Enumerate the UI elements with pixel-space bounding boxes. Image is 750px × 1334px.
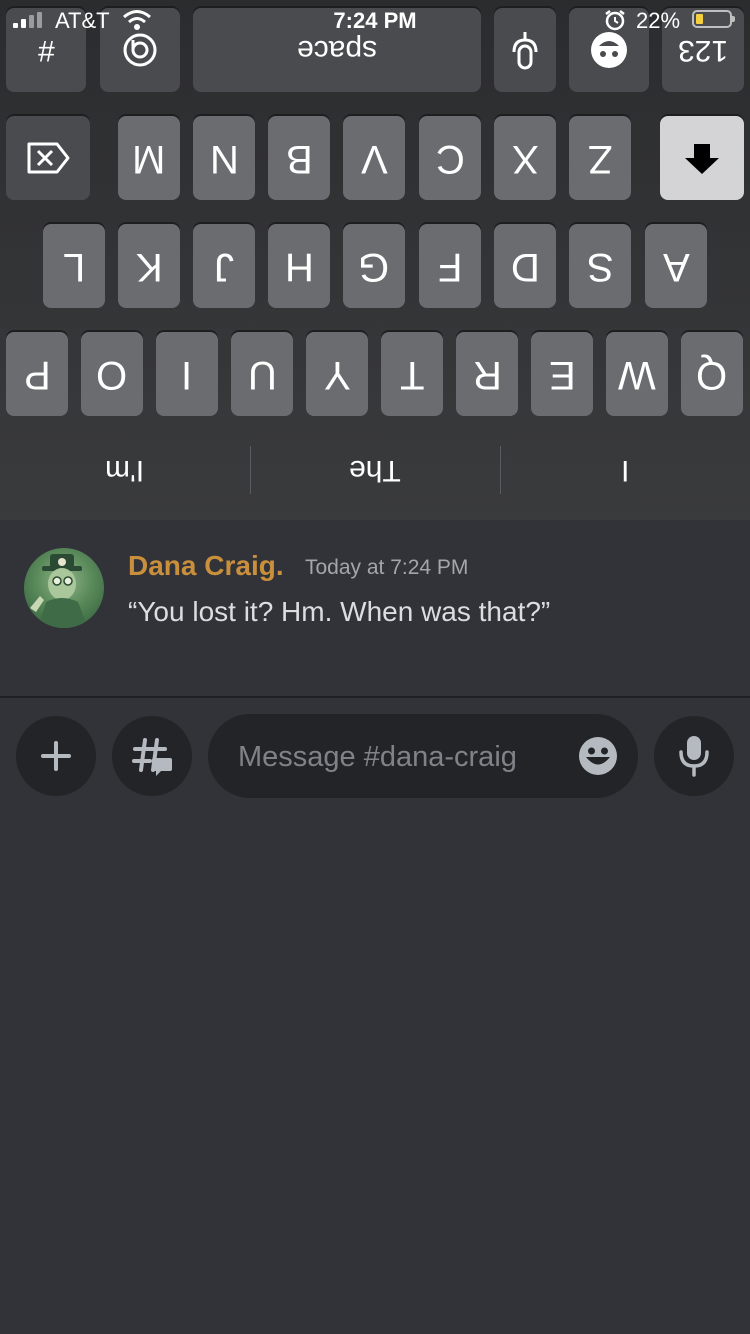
key-b[interactable]: B xyxy=(268,116,330,200)
key-j[interactable]: J xyxy=(193,224,255,308)
return-arrow-icon xyxy=(685,144,719,174)
suggestion-i[interactable]: I xyxy=(500,442,750,498)
key-w[interactable]: W xyxy=(606,332,668,416)
key-m[interactable]: M xyxy=(118,116,180,200)
plus-icon xyxy=(41,741,71,771)
key-x[interactable]: X xyxy=(494,116,556,200)
key-s[interactable]: S xyxy=(569,224,631,308)
threads-icon xyxy=(132,738,172,776)
message-content: “You lost it? Hm. When was that?” xyxy=(128,596,551,627)
key-a[interactable]: A xyxy=(645,224,707,308)
key-o[interactable]: O xyxy=(81,332,143,416)
key-n[interactable]: N xyxy=(193,116,255,200)
key-d[interactable]: D xyxy=(494,224,556,308)
backspace-icon xyxy=(27,142,70,174)
key-g[interactable]: G xyxy=(343,224,405,308)
key-v[interactable]: V xyxy=(343,116,405,200)
message-timestamp: Today at 7:24 PM xyxy=(305,556,469,579)
key-h[interactable]: H xyxy=(268,224,330,308)
key-u[interactable]: U xyxy=(231,332,293,416)
add-button[interactable] xyxy=(16,716,96,796)
keyboard: # space 123 M N B V C X Z L K J H G F D … xyxy=(0,0,750,520)
avatar[interactable] xyxy=(24,548,104,628)
battery-percent: 22% xyxy=(636,8,681,33)
threads-button[interactable] xyxy=(112,716,192,796)
message-input-container xyxy=(208,714,638,800)
key-backspace[interactable] xyxy=(6,116,90,200)
key-f[interactable]: F xyxy=(419,224,481,308)
message-item: Dana Craig. Today at 7:24 PM “You lost i… xyxy=(0,520,750,696)
key-z[interactable]: Z xyxy=(569,116,631,200)
key-t[interactable]: T xyxy=(381,332,443,416)
message-input[interactable] xyxy=(236,714,570,800)
key-i[interactable]: I xyxy=(156,332,218,416)
suggestion-im[interactable]: I'm xyxy=(0,442,250,498)
key-q[interactable]: Q xyxy=(681,332,743,416)
microphone-icon xyxy=(679,736,709,777)
suggestion-the[interactable]: The xyxy=(250,442,500,498)
voice-message-button[interactable] xyxy=(654,716,734,796)
key-y[interactable]: Y xyxy=(306,332,368,416)
key-k[interactable]: K xyxy=(118,224,180,308)
alarm-icon xyxy=(605,10,625,31)
battery-icon xyxy=(692,10,735,28)
key-e[interactable]: E xyxy=(531,332,593,416)
emoji-icon[interactable] xyxy=(578,736,618,776)
key-l[interactable]: L xyxy=(43,224,105,308)
key-p[interactable]: P xyxy=(6,332,68,416)
key-return[interactable] xyxy=(660,116,744,200)
battery-level xyxy=(696,14,703,24)
message-author[interactable]: Dana Craig. xyxy=(128,550,284,582)
avatar-image xyxy=(30,554,88,628)
status-bar: AT&T 7:24 PM 22% xyxy=(0,0,750,40)
key-r[interactable]: R xyxy=(456,332,518,416)
composer-divider xyxy=(0,696,750,698)
key-c[interactable]: C xyxy=(419,116,481,200)
